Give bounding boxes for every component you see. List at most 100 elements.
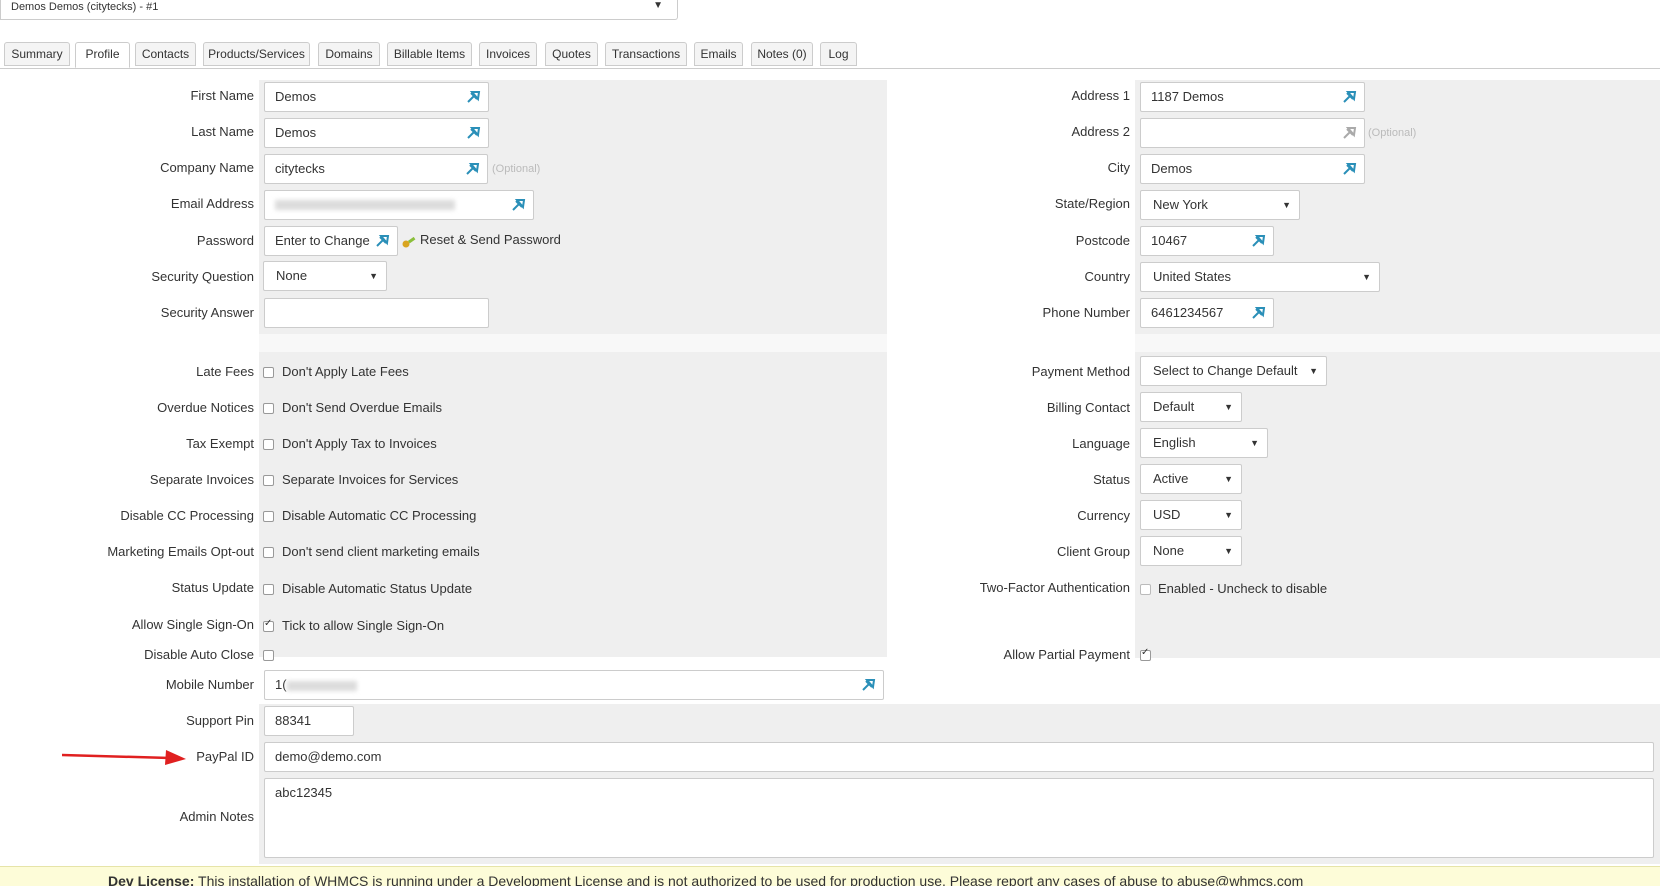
state-select[interactable]: New York ▼ — [1140, 190, 1300, 220]
paypal-id-input[interactable]: demo@demo.com — [264, 742, 1654, 772]
last-name-input[interactable]: Demos — [264, 118, 489, 148]
address2-input[interactable] — [1140, 118, 1365, 148]
late-fees-text: Don't Apply Late Fees — [282, 364, 409, 379]
tab-contacts[interactable]: Contacts — [135, 42, 196, 66]
password-label: Password — [196, 233, 254, 248]
tab-invoices[interactable]: Invoices — [479, 42, 537, 66]
state-value: New York — [1153, 197, 1208, 212]
status-value: Active — [1153, 471, 1189, 486]
single-sign-on-text: Tick to allow Single Sign-On — [282, 618, 445, 633]
billing-contact-select[interactable]: Default ▼ — [1140, 392, 1242, 422]
pin-icon — [465, 160, 481, 176]
single-sign-on-checkbox[interactable] — [263, 618, 274, 632]
security-answer-label: Security Answer — [160, 305, 254, 320]
first-name-input[interactable]: Demos — [264, 82, 489, 112]
caret-down-icon: ▼ — [1282, 200, 1291, 210]
caret-down-icon: ▼ — [1224, 474, 1233, 484]
separate-invoices-checkbox[interactable] — [263, 475, 274, 486]
address2-optional-hint: (Optional) — [1368, 127, 1417, 139]
company-name-input[interactable]: citytecks — [264, 154, 488, 184]
late-fees-checkbox[interactable] — [263, 367, 274, 378]
two-factor-checkbox[interactable] — [1140, 584, 1151, 595]
security-question-select[interactable]: None ▼ — [263, 261, 387, 291]
password-input[interactable]: Enter to Change — [264, 226, 398, 256]
tab-quotes[interactable]: Quotes — [545, 42, 598, 66]
payment-method-value: Select to Change Default — [1153, 363, 1298, 378]
disable-cc-checkbox[interactable] — [263, 511, 274, 522]
postcode-input[interactable]: 10467 — [1140, 226, 1274, 256]
status-select[interactable]: Active ▼ — [1140, 464, 1242, 494]
pin-icon — [375, 232, 391, 248]
spacer-row — [259, 334, 887, 352]
status-update-text: Disable Automatic Status Update — [282, 581, 473, 596]
tab-profile[interactable]: Profile — [75, 42, 130, 68]
tab-summary[interactable]: Summary — [4, 42, 70, 66]
caret-down-icon: ▼ — [1309, 366, 1318, 376]
spacer-row — [1135, 334, 1660, 352]
pin-icon — [1342, 124, 1358, 140]
billing-contact-value: Default — [1153, 399, 1195, 414]
reset-send-password-link[interactable]: Reset & Send Password — [420, 232, 561, 247]
email-blurred-value — [275, 200, 455, 210]
mobile-number-label: Mobile Number — [165, 677, 254, 692]
city-input[interactable]: Demos — [1140, 154, 1365, 184]
spacer-row — [1135, 665, 1660, 702]
tab-log[interactable]: Log — [820, 42, 857, 66]
country-label: Country — [1084, 269, 1130, 284]
support-pin-input[interactable]: 88341 — [264, 706, 354, 736]
tab-emails[interactable]: Emails — [694, 42, 743, 66]
admin-notes-textarea[interactable]: abc12345 — [264, 778, 1654, 858]
last-name-label: Last Name — [191, 124, 254, 139]
postcode-label: Postcode — [1075, 233, 1130, 248]
city-value: Demos — [1151, 161, 1193, 176]
caret-down-icon: ▼ — [1224, 402, 1233, 412]
disable-auto-close-checkbox[interactable] — [263, 650, 274, 661]
company-name-label: Company Name — [160, 160, 254, 175]
first-name-value: Demos — [275, 89, 317, 104]
address1-value: 1187 Demos — [1151, 89, 1224, 104]
country-value: United States — [1153, 269, 1232, 284]
tab-domains[interactable]: Domains — [318, 42, 380, 66]
tab-transactions[interactable]: Transactions — [605, 42, 687, 66]
status-update-label: Status Update — [171, 580, 254, 595]
late-fees-label: Late Fees — [196, 364, 254, 379]
country-select[interactable]: United States ▼ — [1140, 262, 1380, 292]
security-answer-input[interactable] — [264, 298, 489, 328]
support-pin-value: 88341 — [275, 713, 312, 728]
key-icon — [401, 233, 417, 249]
admin-notes-label: Admin Notes — [179, 809, 254, 824]
city-label: City — [1107, 160, 1130, 175]
overdue-notices-label: Overdue Notices — [157, 400, 254, 415]
tab-products-services[interactable]: Products/Services — [203, 42, 310, 66]
currency-label: Currency — [1077, 508, 1130, 523]
separate-invoices-label: Separate Invoices — [149, 472, 254, 487]
mobile-number-input[interactable]: 1( — [264, 670, 884, 700]
pin-icon — [861, 676, 877, 692]
license-text: This installation of WHMCS is running un… — [198, 873, 1304, 886]
caret-down-icon: ▼ — [369, 271, 378, 281]
tab-billable-items[interactable]: Billable Items — [387, 42, 472, 66]
language-value: English — [1153, 435, 1196, 450]
pin-icon — [466, 124, 482, 140]
company-optional-hint: (Optional) — [492, 163, 541, 175]
email-input[interactable] — [264, 190, 534, 220]
partial-payment-checkbox[interactable] — [1140, 647, 1151, 661]
tax-exempt-checkbox[interactable] — [263, 439, 274, 450]
address1-input[interactable]: 1187 Demos — [1140, 82, 1365, 112]
payment-method-select[interactable]: Select to Change Default ▼ — [1140, 356, 1327, 386]
client-selector[interactable]: Demos Demos (citytecks) - #1 ▼ — [0, 0, 678, 20]
language-select[interactable]: English ▼ — [1140, 428, 1268, 458]
postcode-value: 10467 — [1151, 233, 1188, 248]
overdue-notices-checkbox[interactable] — [263, 403, 274, 414]
status-update-checkbox[interactable] — [263, 584, 274, 595]
phone-input[interactable]: 6461234567 — [1140, 298, 1274, 328]
security-question-label: Security Question — [151, 269, 254, 284]
caret-down-icon: ▼ — [1224, 510, 1233, 520]
tax-exempt-label: Tax Exempt — [186, 436, 254, 451]
security-question-value: None — [276, 268, 308, 283]
overdue-notices-text: Don't Send Overdue Emails — [282, 400, 443, 415]
marketing-optout-checkbox[interactable] — [263, 547, 274, 558]
tab-notes[interactable]: Notes (0) — [751, 42, 813, 66]
client-group-select[interactable]: None ▼ — [1140, 536, 1242, 566]
currency-select[interactable]: USD ▼ — [1140, 500, 1242, 530]
